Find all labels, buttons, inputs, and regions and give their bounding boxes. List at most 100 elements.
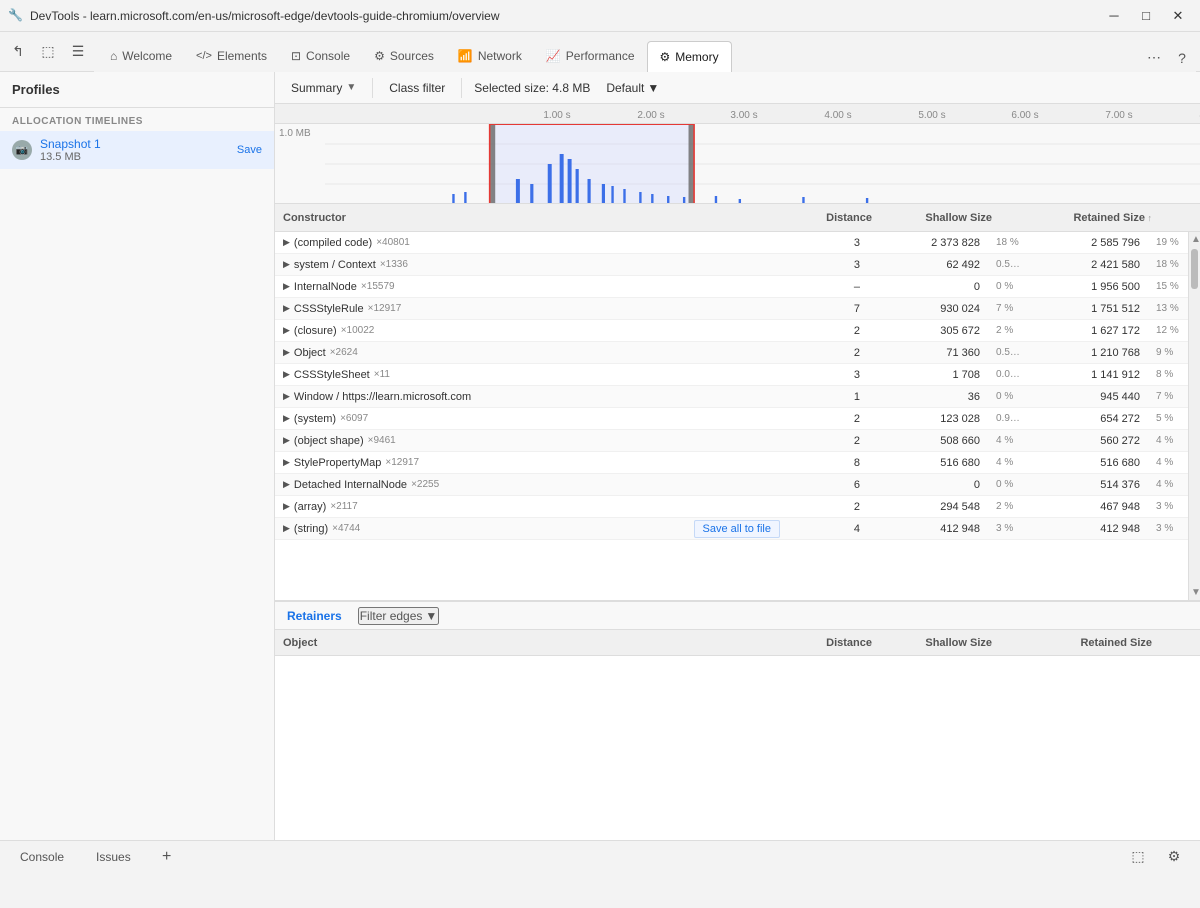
retained-pct-cell: 12 %	[1148, 325, 1188, 336]
table-row[interactable]: ▶(system) ×60972123 0280.9 %654 2725 %	[275, 408, 1188, 430]
summary-button[interactable]: Summary ▼	[283, 79, 364, 97]
snapshot-size: 13.5 MB	[40, 151, 229, 163]
tab-performance[interactable]: 📈 Performance	[534, 40, 647, 72]
shallow-size-col-header[interactable]: Shallow Size	[880, 212, 1000, 224]
expand-arrow-icon[interactable]: ▶	[283, 281, 290, 292]
snapshot-name: Snapshot 1	[40, 137, 229, 151]
back-button[interactable]: ↰	[4, 38, 32, 66]
expand-arrow-icon[interactable]: ▶	[283, 479, 290, 490]
class-filter-button[interactable]: Class filter	[381, 79, 453, 97]
table-row[interactable]: ▶(object shape) ×94612508 6604 %560 2724…	[275, 430, 1188, 452]
table-row[interactable]: ▶InternalNode ×15579–00 %1 956 50015 %	[275, 276, 1188, 298]
expand-arrow-icon[interactable]: ▶	[283, 369, 290, 380]
bottom-table: Object Distance Shallow Size Retained Si…	[275, 630, 1200, 840]
maximize-button[interactable]: □	[1132, 6, 1160, 26]
row-count: ×6097	[340, 413, 368, 424]
minimize-button[interactable]: ─	[1100, 6, 1128, 26]
sources-icon: ⚙	[374, 49, 385, 63]
svg-text:5.00 s: 5.00 s	[918, 110, 945, 121]
undock-button[interactable]: ⬚	[1124, 843, 1152, 871]
bottom-distance-col-header[interactable]: Distance	[800, 637, 880, 649]
retained-pct-cell: 4 %	[1148, 435, 1188, 446]
scrollbar-thumb[interactable]	[1191, 249, 1198, 289]
expand-arrow-icon[interactable]: ▶	[283, 259, 290, 270]
expand-arrow-icon[interactable]: ▶	[283, 347, 290, 358]
console-status-tab[interactable]: Console	[12, 846, 72, 868]
bottom-shallow-col-header[interactable]: Shallow Size	[880, 637, 1000, 649]
settings-button[interactable]: ⚙	[1160, 843, 1188, 871]
expand-arrow-icon[interactable]: ▶	[283, 523, 290, 534]
default-button[interactable]: Default ▼	[598, 79, 667, 97]
bottom-empty-area	[275, 656, 1200, 806]
table-row[interactable]: ▶Window / https://learn.microsoft.com136…	[275, 386, 1188, 408]
tab-memory[interactable]: ⚙ Memory	[647, 41, 732, 73]
shallow-size-cell: 305 672	[868, 325, 988, 337]
table-row[interactable]: ▶(closure) ×100222305 6722 %1 627 17212 …	[275, 320, 1188, 342]
expand-arrow-icon[interactable]: ▶	[283, 457, 290, 468]
help-button[interactable]: ?	[1168, 44, 1196, 72]
tab-console[interactable]: ⊡ Console	[279, 40, 362, 72]
tab-welcome[interactable]: ⌂ Welcome	[98, 40, 184, 72]
expand-arrow-icon[interactable]: ▶	[283, 391, 290, 402]
status-bar: Console Issues + ⬚ ⚙	[0, 840, 1200, 872]
distance-cell: 2	[788, 413, 868, 425]
row-constructor-name: Detached InternalNode	[294, 479, 407, 491]
expand-arrow-icon[interactable]: ▶	[283, 303, 290, 314]
distance-cell: 2	[788, 501, 868, 513]
shallow-size-cell: 516 680	[868, 457, 988, 469]
vertical-scrollbar[interactable]: ▲ ▼	[1188, 232, 1200, 600]
scrollbar-down-button[interactable]: ▼	[1189, 585, 1200, 600]
expand-arrow-icon[interactable]: ▶	[283, 413, 290, 424]
add-tab-button[interactable]: +	[155, 845, 179, 869]
table-row[interactable]: ▶Detached InternalNode ×2255600 %514 376…	[275, 474, 1188, 496]
table-row[interactable]: ▶StylePropertyMap ×129178516 6804 %516 6…	[275, 452, 1188, 474]
close-button[interactable]: ✕	[1164, 6, 1192, 26]
tab-elements[interactable]: </> Elements	[184, 40, 279, 72]
bottom-retained-col-header[interactable]: Retained Size	[1040, 637, 1160, 649]
expand-arrow-icon[interactable]: ▶	[283, 435, 290, 446]
table-row[interactable]: ▶(compiled code) ×4080132 373 82818 %2 5…	[275, 232, 1188, 254]
tabs-bar: ⌂ Welcome </> Elements ⊡ Console ⚙ Sourc…	[94, 32, 1196, 72]
distance-cell: 4	[788, 523, 868, 535]
retained-size-cell: 516 680	[1028, 457, 1148, 469]
tab-network[interactable]: 📶 Network	[446, 40, 534, 72]
table-row[interactable]: ▶CSSStyleSheet ×1131 7080.01 %1 141 9128…	[275, 364, 1188, 386]
issues-status-tab[interactable]: Issues	[88, 846, 139, 868]
table-row[interactable]: ▶(string) ×4744Save all to file4412 9483…	[275, 518, 1188, 540]
scrollbar-up-button[interactable]: ▲	[1189, 232, 1200, 247]
snapshot-save-button[interactable]: Save	[237, 144, 262, 156]
expand-arrow-icon[interactable]: ▶	[283, 501, 290, 512]
row-count: ×11	[374, 369, 390, 380]
expand-arrow-icon[interactable]: ▶	[283, 325, 290, 336]
sidebar: Profiles ALLOCATION TIMELINES 📷 Snapshot…	[0, 72, 275, 840]
constructor-col-header[interactable]: Constructor	[275, 212, 800, 224]
retained-size-col-header[interactable]: Retained Size	[1040, 212, 1160, 224]
distance-cell: 1	[788, 391, 868, 403]
row-constructor-name: (compiled code)	[294, 237, 372, 249]
shallow-size-cell: 0	[868, 479, 988, 491]
save-all-button[interactable]: Save all to file	[694, 520, 780, 538]
sidebar-item-snapshot[interactable]: 📷 Snapshot 1 13.5 MB Save	[0, 131, 274, 169]
distance-cell: 3	[788, 369, 868, 381]
timeline-container[interactable]: 1.00 s 2.00 s 3.00 s 4.00 s 5.00 s 6.00 …	[275, 104, 1200, 204]
table-row[interactable]: ▶Object ×2624271 3600.5 %1 210 7689 %	[275, 342, 1188, 364]
svg-text:2.00 s: 2.00 s	[637, 110, 664, 121]
shallow-pct-cell: 0.5 %	[988, 259, 1028, 270]
device-toolbar-button[interactable]: ☰	[64, 38, 92, 66]
table-row[interactable]: ▶(array) ×21172294 5482 %467 9483 %	[275, 496, 1188, 518]
shallow-size-cell: 71 360	[868, 347, 988, 359]
data-section: Constructor Distance Shallow Size Retain…	[275, 204, 1200, 840]
inspect-button[interactable]: ⬚	[34, 38, 62, 66]
retained-pct-cell: 15 %	[1148, 281, 1188, 292]
retainers-tab[interactable]: Retainers	[283, 609, 346, 623]
table-row[interactable]: ▶system / Context ×1336362 4920.5 %2 421…	[275, 254, 1188, 276]
filter-edges-button[interactable]: Filter edges ▼	[358, 607, 440, 625]
expand-arrow-icon[interactable]: ▶	[283, 237, 290, 248]
tab-sources[interactable]: ⚙ Sources	[362, 40, 446, 72]
distance-col-header[interactable]: Distance	[800, 212, 880, 224]
shallow-size-cell: 0	[868, 281, 988, 293]
table-row[interactable]: ▶CSSStyleRule ×129177930 0247 %1 751 512…	[275, 298, 1188, 320]
object-col-header[interactable]: Object	[275, 637, 800, 649]
retained-pct-cell: 18 %	[1148, 259, 1188, 270]
more-tabs-button[interactable]: ⋯	[1140, 44, 1168, 72]
